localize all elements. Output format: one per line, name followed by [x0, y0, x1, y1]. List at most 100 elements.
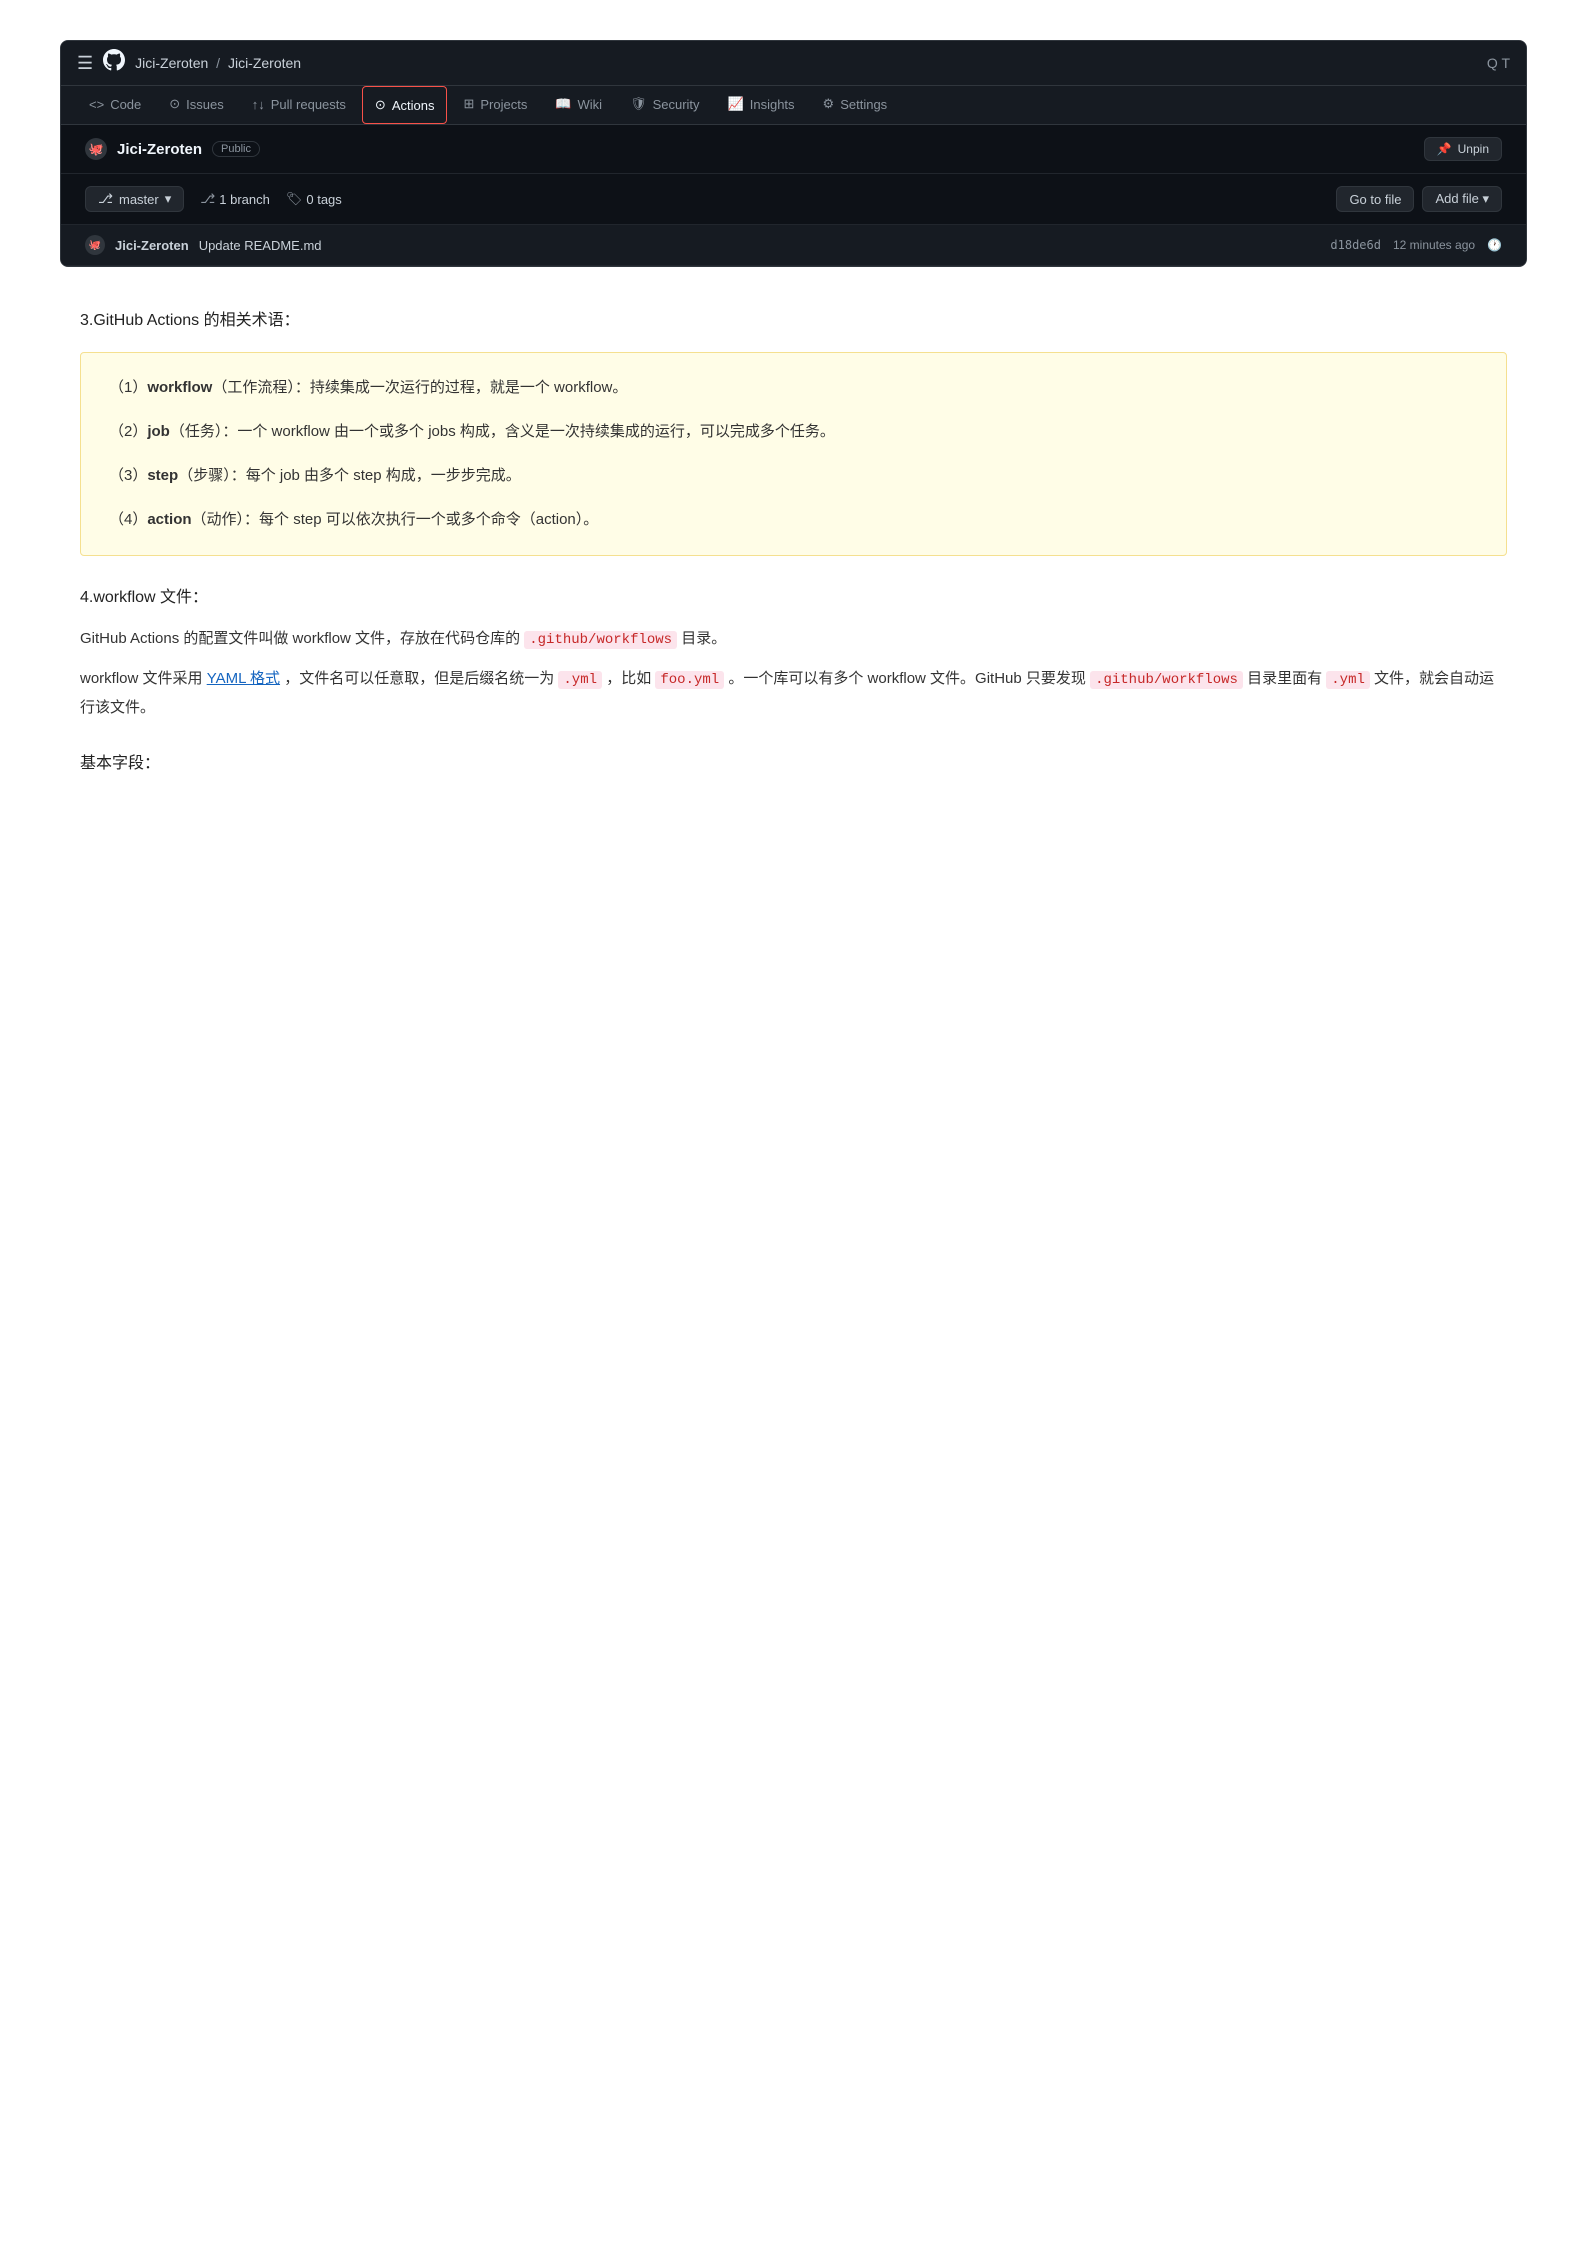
foo-yml-code: foo.yml: [655, 671, 724, 689]
tab-pullrequests[interactable]: ↑↓ Pull requests: [240, 87, 358, 124]
repo-owner-avatar: 🐙: [85, 138, 107, 160]
para1-before: GitHub Actions 的配置文件叫做 workflow 文件，存放在代码…: [80, 630, 520, 647]
commit-right: d18de6d 12 minutes ago 🕐: [1330, 238, 1502, 252]
workflow-parens: （工作流程）: [212, 379, 295, 396]
section5-heading: 基本字段：: [80, 750, 1507, 779]
tag-count-item: 🏷 0 tags: [286, 191, 342, 207]
breadcrumb: Jici-Zeroten / Jici-Zeroten: [135, 55, 301, 71]
branch-count-item: ⎇ 1 branch: [200, 191, 270, 207]
job-desc: ：一个 workflow 由一个或多个 jobs 构成，含义是一次持续集成的运行…: [222, 423, 835, 440]
github-logo-icon: [103, 49, 125, 77]
workflow-file-para1: GitHub Actions 的配置文件叫做 workflow 文件，存放在代码…: [80, 625, 1507, 654]
para2-mid3: 。一个库可以有多个 workflow 文件。GitHub 只要发现: [728, 670, 1086, 687]
tab-actions-label: Actions: [392, 98, 435, 113]
tab-pullrequests-label: Pull requests: [271, 97, 346, 112]
job-item: （2）job（任务）：一个 workflow 由一个或多个 jobs 构成，含义…: [109, 417, 1478, 447]
add-file-chevron-icon: ▾: [1482, 191, 1489, 206]
content-section: 3.GitHub Actions 的相关术语： （1）workflow（工作流程…: [60, 307, 1527, 779]
github-navtabs: <> Code ⊙ Issues ↑↓ Pull requests ⊙ Acti…: [61, 86, 1526, 125]
section3-heading: 3.GitHub Actions 的相关术语：: [80, 307, 1507, 336]
workflow-desc: ：持续集成一次运行的过程，就是一个 workflow。: [295, 379, 628, 396]
step-term: step: [147, 467, 178, 484]
yaml-format-link[interactable]: YAML 格式: [207, 670, 280, 687]
security-icon: 🛡: [630, 96, 647, 112]
repo-header: 🐙 Jici-Zeroten Public 📌 Unpin: [61, 125, 1526, 174]
para2-mid1: ，文件名可以任意取，但是后缀名统一为: [284, 670, 554, 687]
stats-bar: ⎇ master ▾ ⎇ 1 branch 🏷 0 tags Go to fil…: [61, 174, 1526, 225]
hamburger-icon[interactable]: ☰: [77, 53, 93, 74]
step-parens: （步骤）: [178, 467, 231, 484]
branch-count-link[interactable]: 1 branch: [219, 192, 270, 207]
action-parens: （动作）: [192, 511, 245, 528]
commit-history-icon[interactable]: 🕐: [1487, 238, 1502, 252]
yml-ext-code-2: .yml: [1326, 671, 1370, 689]
goto-file-button[interactable]: Go to file: [1336, 186, 1414, 212]
workflow-item: （1）workflow（工作流程）：持续集成一次运行的过程，就是一个 workf…: [109, 373, 1478, 403]
tab-wiki[interactable]: 📖 Wiki: [543, 86, 614, 124]
stats-left: ⎇ master ▾ ⎇ 1 branch 🏷 0 tags: [85, 186, 342, 212]
job-prefix: （2）: [109, 423, 147, 440]
step-desc: ：每个 job 由多个 step 构成，一步步完成。: [231, 467, 521, 484]
pr-icon: ↑↓: [252, 97, 265, 112]
unpin-label: Unpin: [1458, 142, 1489, 156]
tag-icon: 🏷: [286, 191, 303, 207]
tab-code[interactable]: <> Code: [77, 87, 153, 124]
workflow-file-para2: workflow 文件采用 YAML 格式 ，文件名可以任意取，但是后缀名统一为…: [80, 665, 1507, 722]
tab-actions[interactable]: ⊙ Actions: [362, 86, 448, 124]
tab-insights[interactable]: 📈 Insights: [716, 86, 807, 124]
add-file-button[interactable]: Add file ▾: [1422, 186, 1502, 212]
issues-icon: ⊙: [169, 96, 180, 112]
commit-message: Update README.md: [199, 238, 322, 253]
stats-right: Go to file Add file ▾: [1336, 186, 1502, 212]
terminology-note-box: （1）workflow（工作流程）：持续集成一次运行的过程，就是一个 workf…: [80, 352, 1507, 556]
repo-name: Jici-Zeroten: [117, 141, 202, 158]
settings-icon: ⚙: [823, 96, 835, 112]
action-prefix: （4）: [109, 511, 147, 528]
add-file-label: Add file: [1435, 191, 1478, 206]
job-parens: （任务）: [170, 423, 223, 440]
github-workflows-code-1: .github/workflows: [524, 631, 677, 649]
repo-visibility-badge: Public: [212, 141, 260, 157]
unpin-button[interactable]: 📌 Unpin: [1424, 137, 1502, 161]
commit-row: 🐙 Jici-Zeroten Update README.md d18de6d …: [61, 225, 1526, 266]
repo-info: 🐙 Jici-Zeroten Public: [85, 138, 260, 160]
tab-settings-label: Settings: [840, 97, 887, 112]
tab-insights-label: Insights: [750, 97, 795, 112]
tab-security[interactable]: 🛡 Security: [618, 86, 711, 124]
tab-projects[interactable]: ⊞ Projects: [451, 86, 539, 124]
breadcrumb-user[interactable]: Jici-Zeroten: [135, 55, 208, 71]
unpin-icon: 📌: [1437, 142, 1452, 156]
action-item: （4）action（动作）：每个 step 可以依次执行一个或多个命令（acti…: [109, 505, 1478, 535]
para2-mid4: 目录里面有: [1247, 670, 1322, 687]
breadcrumb-repo[interactable]: Jici-Zeroten: [228, 55, 301, 71]
branch-dropdown[interactable]: ⎇ master ▾: [85, 186, 184, 212]
tab-projects-label: Projects: [480, 97, 527, 112]
tab-settings[interactable]: ⚙ Settings: [811, 86, 900, 124]
job-term: job: [147, 423, 170, 440]
tab-wiki-label: Wiki: [578, 97, 603, 112]
branch-icon: ⎇: [98, 191, 113, 207]
projects-icon: ⊞: [463, 96, 474, 112]
code-icon: <>: [89, 97, 104, 112]
insights-icon: 📈: [728, 96, 744, 112]
step-prefix: （3）: [109, 467, 147, 484]
breadcrumb-separator: /: [216, 55, 224, 71]
tab-issues[interactable]: ⊙ Issues: [157, 86, 235, 124]
para1-after: 目录。: [681, 630, 726, 647]
commit-hash: d18de6d: [1330, 238, 1381, 252]
commit-avatar: 🐙: [85, 235, 105, 255]
github-ui-container: ☰ Jici-Zeroten / Jici-Zeroten Q T <> Cod…: [60, 40, 1527, 267]
commit-info: 🐙 Jici-Zeroten Update README.md: [85, 235, 322, 255]
github-workflows-code-2: .github/workflows: [1090, 671, 1243, 689]
tab-security-label: Security: [653, 97, 700, 112]
branch-name: master: [119, 192, 159, 207]
tag-count-link[interactable]: 0 tags: [306, 192, 341, 207]
commit-author: Jici-Zeroten: [115, 238, 189, 253]
action-desc: ：每个 step 可以依次执行一个或多个命令（action）。: [244, 511, 598, 528]
para2-mid2: ，比如: [606, 670, 651, 687]
workflow-term: workflow: [147, 379, 212, 396]
github-topbar: ☰ Jici-Zeroten / Jici-Zeroten Q T: [61, 41, 1526, 86]
actions-icon: ⊙: [375, 97, 386, 113]
yml-ext-code: .yml: [558, 671, 602, 689]
topbar-search[interactable]: Q T: [1487, 55, 1510, 71]
